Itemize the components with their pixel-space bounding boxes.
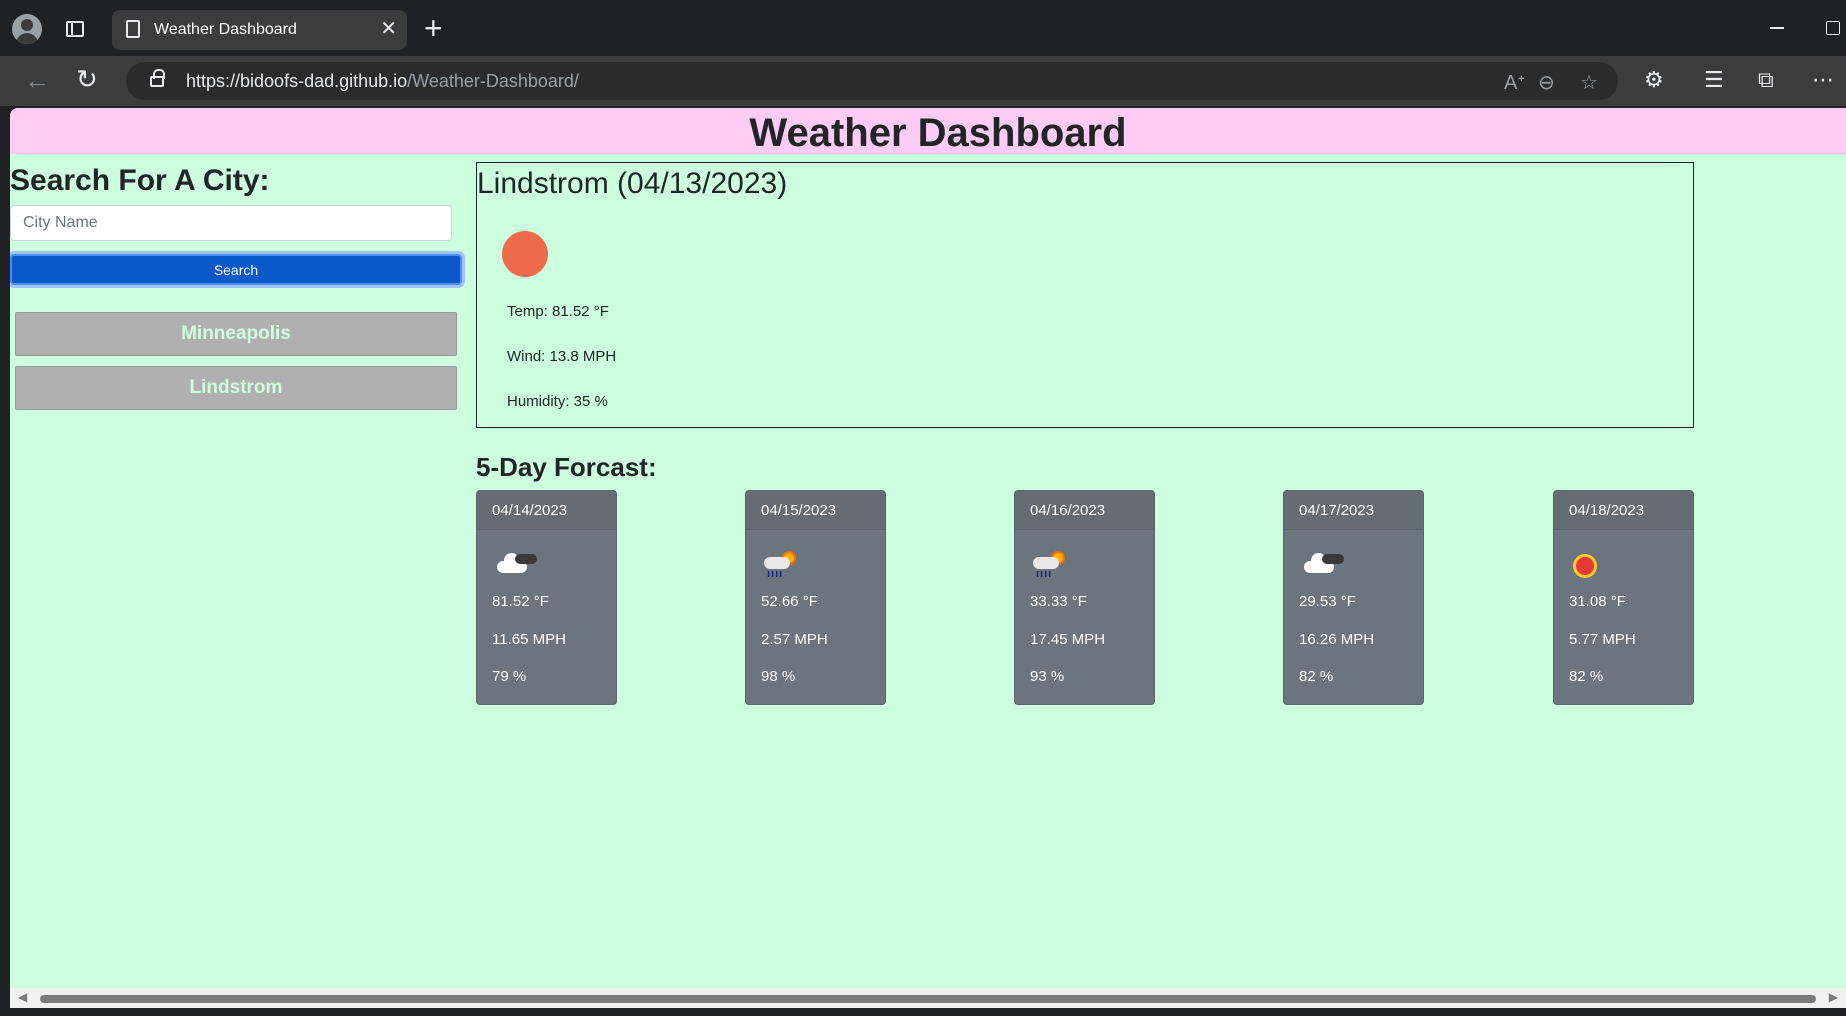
favorites-icon[interactable]: ☰ [1704, 67, 1724, 93]
reload-icon[interactable]: ↻ [76, 64, 98, 95]
browser-toolbar: ← ↻ https://bidoofs-dad.github.io/Weathe… [0, 56, 1846, 106]
forecast-date: 04/16/2023 [1015, 491, 1154, 530]
search-heading: Search For A City: [10, 164, 270, 197]
current-temp: Temp: 81.52 °F [507, 303, 609, 320]
forecast-humidity: 82 % [1569, 668, 1604, 685]
forecast-date: 04/15/2023 [746, 491, 885, 530]
scrollbar-thumb[interactable] [40, 995, 1816, 1003]
forecast-wind: 16.26 MPH [1299, 631, 1375, 648]
forecast-temp: 31.08 °F [1569, 593, 1626, 610]
forecast-card: 04/18/2023 31.08 °F 5.77 MPH 82 % [1553, 490, 1694, 705]
extensions-icon[interactable]: ⚙ [1644, 67, 1664, 93]
profile-icon[interactable] [12, 14, 42, 44]
collections-icon[interactable]: ⧉ [1758, 67, 1774, 93]
forecast-wind: 5.77 MPH [1569, 631, 1636, 648]
back-icon[interactable]: ← [24, 65, 50, 96]
history-button-lindstrom[interactable]: Lindstrom [15, 366, 457, 410]
current-humidity: Humidity: 35 % [507, 393, 608, 410]
forecast-heading: 5-Day Forcast: [476, 452, 657, 482]
forecast-temp: 81.52 °F [492, 593, 549, 610]
add-favorite-icon[interactable]: ☆ [1580, 70, 1598, 95]
forecast-wind: 2.57 MPH [761, 631, 828, 648]
forecast-temp: 52.66 °F [761, 593, 818, 610]
address-bar[interactable]: https://bidoofs-dad.github.io/Weather-Da… [126, 62, 1618, 100]
forecast-date: 04/18/2023 [1554, 491, 1693, 530]
cloudy-icon [1302, 549, 1344, 581]
forecast-humidity: 82 % [1299, 668, 1334, 685]
minimize-icon[interactable] [1770, 27, 1784, 29]
search-button[interactable]: Search [10, 254, 462, 285]
forecast-wind: 11.65 MPH [492, 631, 566, 648]
read-aloud-icon[interactable]: Aᐩ [1504, 70, 1525, 95]
forecast-temp: 33.33 °F [1030, 593, 1087, 610]
city-search-input[interactable] [10, 205, 452, 241]
zoom-out-icon[interactable]: ⊖ [1538, 70, 1555, 95]
page-icon [126, 20, 140, 38]
page-viewport: Weather Dashboard Search For A City: Sea… [10, 108, 1846, 988]
current-weather-icon [502, 231, 548, 277]
history-button-minneapolis[interactable]: Minneapolis [15, 312, 457, 356]
more-options-icon[interactable]: ⋯ [1812, 67, 1834, 93]
rain-sun-icon: ıııı [764, 549, 804, 581]
forecast-date: 04/14/2023 [477, 491, 616, 530]
tab-title: Weather Dashboard [154, 21, 297, 38]
scroll-right-icon[interactable]: ▶ [1829, 990, 1838, 1004]
maximize-icon[interactable] [1826, 21, 1840, 35]
tab-actions-icon[interactable] [66, 21, 84, 37]
current-city-title: Lindstrom (04/13/2023) [477, 167, 788, 200]
forecast-card: 04/16/2023 ıııı 33.33 °F 17.45 MPH 93 % [1014, 490, 1155, 705]
current-wind: Wind: 13.8 MPH [507, 348, 617, 365]
sun-icon [1572, 549, 1612, 581]
url-host: https://bidoofs-dad.github.io [186, 71, 408, 91]
url-text[interactable]: https://bidoofs-dad.github.io/Weather-Da… [186, 71, 579, 92]
page-title: Weather Dashboard [749, 111, 1127, 155]
forecast-wind: 17.45 MPH [1030, 631, 1106, 648]
page-header: Weather Dashboard [10, 108, 1846, 155]
forecast-card: 04/15/2023 ıııı 52.66 °F 2.57 MPH 98 % [745, 490, 886, 705]
close-tab-icon[interactable]: ✕ [380, 17, 397, 41]
forecast-temp: 29.53 °F [1299, 593, 1356, 610]
browser-tab[interactable]: Weather Dashboard ✕ [112, 10, 407, 50]
forecast-card: 04/14/2023 81.52 °F 11.65 MPH 79 % [476, 490, 617, 705]
lock-icon[interactable] [150, 69, 165, 87]
rain-sun-icon: ıııı [1033, 549, 1073, 581]
scroll-left-icon[interactable]: ◀ [18, 990, 27, 1004]
horizontal-scrollbar[interactable]: ◀ ▶ [10, 988, 1846, 1008]
forecast-humidity: 93 % [1030, 668, 1065, 685]
cloudy-icon [495, 549, 537, 581]
forecast-card: 04/17/2023 29.53 °F 16.26 MPH 82 % [1283, 490, 1424, 705]
current-weather-panel: Lindstrom (04/13/2023) Temp: 81.52 °F Wi… [476, 162, 1694, 428]
url-path: /Weather-Dashboard/ [407, 71, 579, 91]
new-tab-icon[interactable]: + [424, 12, 443, 44]
browser-tab-bar: Weather Dashboard ✕ + [0, 0, 1846, 56]
forecast-date: 04/17/2023 [1284, 491, 1423, 530]
forecast-humidity: 98 % [761, 668, 796, 685]
forecast-humidity: 79 % [492, 668, 527, 685]
